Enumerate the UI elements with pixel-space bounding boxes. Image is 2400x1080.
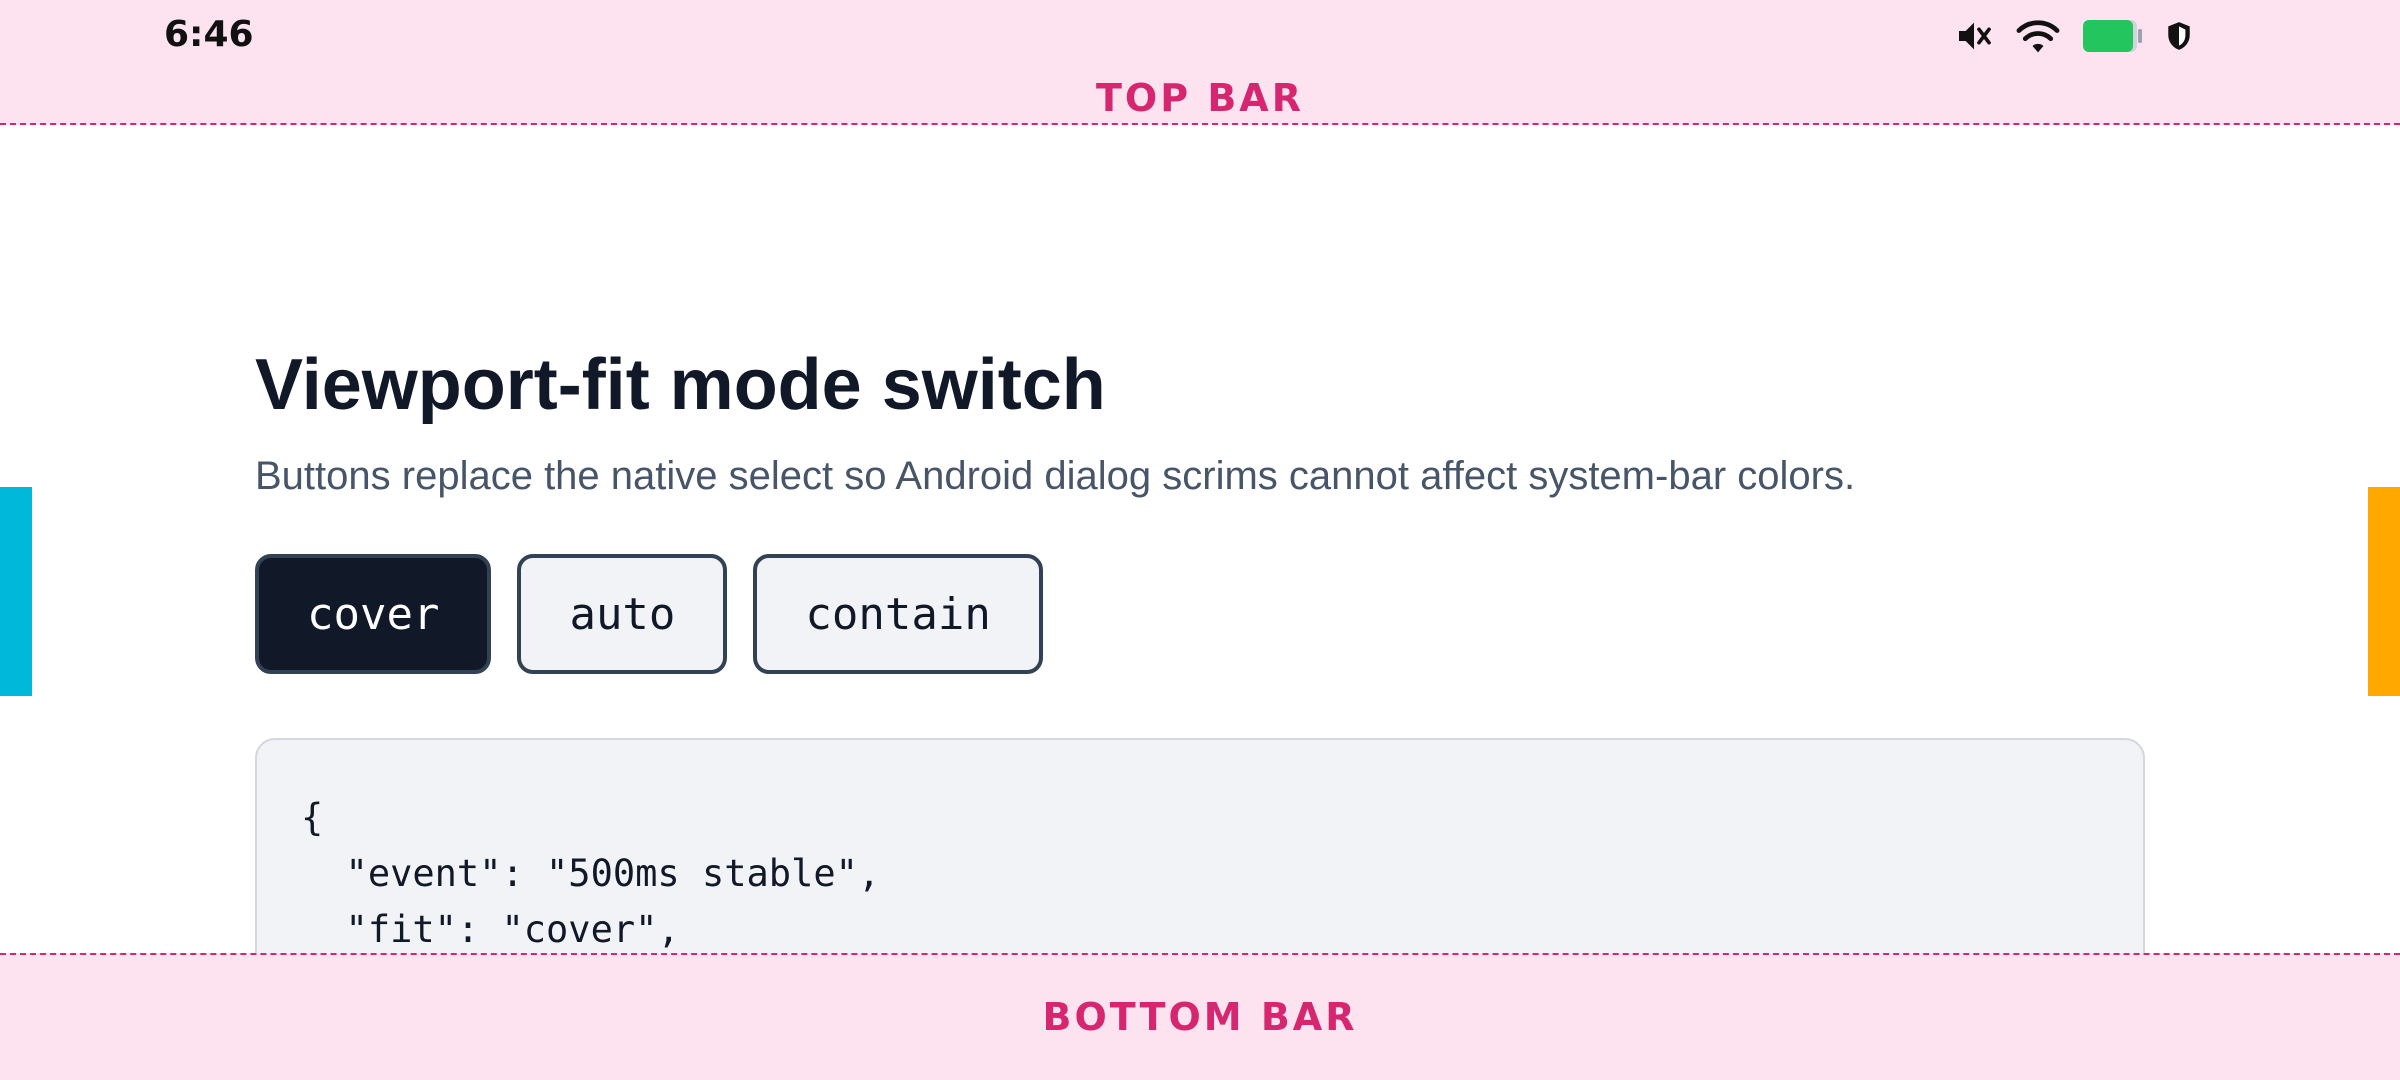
code-line: { — [301, 796, 324, 839]
auto-mode-button[interactable]: auto — [517, 554, 728, 674]
status-icons — [1954, 14, 2192, 58]
wifi-icon — [2016, 16, 2060, 56]
right-edge-marker — [2368, 487, 2400, 696]
bottom-bar-label: BOTTOM BAR — [1042, 995, 1358, 1039]
top-bar: 6:46 TOP BAR — [0, 0, 2400, 125]
battery-icon — [2082, 18, 2144, 54]
shield-icon — [2166, 21, 2192, 51]
left-edge-marker — [0, 487, 32, 696]
contain-mode-button[interactable]: contain — [753, 554, 1043, 674]
main-content: Viewport-fit mode switch Buttons replace… — [255, 340, 2145, 1038]
page-title: Viewport-fit mode switch — [255, 345, 1106, 425]
code-line: "event": "500ms stable", — [301, 852, 881, 895]
screen: 6:46 TOP BAR Viewport-fit mode switch Bu… — [0, 0, 2400, 1080]
mute-icon — [1954, 16, 1994, 56]
code-line: "fit": "cover", — [301, 908, 680, 951]
top-bar-label: TOP BAR — [1096, 76, 1304, 120]
status-time: 6:46 — [164, 14, 254, 55]
fit-mode-button-group: cover auto contain — [255, 554, 2145, 674]
page-description: Buttons replace the native select so And… — [255, 454, 1856, 498]
cover-mode-button[interactable]: cover — [255, 554, 492, 674]
bottom-bar: BOTTOM BAR — [0, 953, 2400, 1080]
